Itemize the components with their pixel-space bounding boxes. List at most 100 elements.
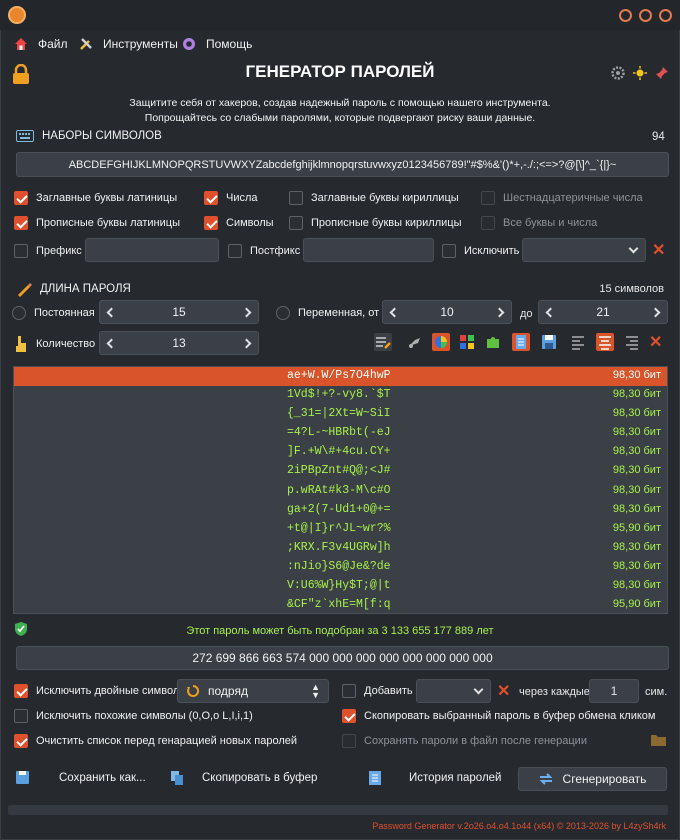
chevron-down-icon: [628, 243, 639, 254]
upper-latin-checkbox[interactable]: Заглавные буквы латиницы: [14, 191, 177, 205]
checkbox-box: [14, 709, 28, 723]
copy-label: Скопировать в буфер: [202, 772, 318, 784]
color-palette-icon[interactable]: [432, 333, 450, 351]
decrement-chevron-icon[interactable]: [106, 338, 117, 348]
history-button[interactable]: История паролей: [369, 771, 501, 785]
save-as-label: Сохранить как...: [59, 771, 146, 784]
exclude-similar-checkbox[interactable]: Исключить похожие символы (0,O,o L,I,i,1…: [14, 709, 253, 723]
copy-button[interactable]: Скопировать в буфер: [171, 771, 317, 785]
digits-checkbox[interactable]: Числа: [204, 191, 258, 205]
every-input[interactable]: 1: [589, 679, 639, 703]
constant-length-radio[interactable]: Постоянная: [12, 306, 95, 320]
symbols-checkbox[interactable]: Символы: [204, 216, 274, 230]
password-row[interactable]: ga+2(7-Ud1+0@+= 98,30 бит: [14, 501, 667, 520]
quantity-spinner[interactable]: 13: [99, 331, 259, 355]
menu-tools[interactable]: Инструменты: [79, 37, 178, 51]
lower-cyrillic-checkbox[interactable]: Прописные буквы кириллицы: [289, 216, 461, 230]
menu-file[interactable]: Файл: [14, 37, 68, 51]
menu-help[interactable]: Помощь: [182, 37, 252, 51]
crack-time-text: Этот пароль может быть подобран за 3 133…: [186, 625, 494, 637]
shuffle-icon[interactable]: [406, 333, 424, 351]
minimize-button[interactable]: [619, 9, 632, 22]
generate-button[interactable]: Сгенерировать: [518, 767, 667, 791]
add-checkbox[interactable]: Добавить: [342, 684, 413, 698]
puzzle-icon[interactable]: [484, 333, 502, 351]
notebook-icon[interactable]: [512, 333, 530, 351]
decrement-chevron-icon[interactable]: [545, 307, 556, 317]
password-text: {_31=|2Xt=W~SiI: [287, 407, 391, 421]
double-mode-dropdown[interactable]: подряд ▲ ▼: [177, 679, 329, 703]
password-row[interactable]: +t@|I}r^JL~wr?% 95,90 бит: [14, 520, 667, 539]
exclude-dropdown[interactable]: [522, 238, 646, 262]
align-left-icon[interactable]: [570, 333, 588, 351]
password-text: =4?L-~HBRbt(-eJ: [287, 426, 391, 440]
subtitle-line-2: Попрощайтесь со слабыми паролями, которы…: [144, 112, 536, 124]
exclude-double-checkbox[interactable]: Исключить двойные символы: [14, 684, 187, 698]
charset-input[interactable]: ABCDEFGHIJKLMNOPQRSTUVWXYZabcdefghijklmn…: [16, 152, 669, 177]
decrement-chevron-icon[interactable]: [106, 307, 117, 317]
exclude-similar-label: Исключить похожие символы (0,O,o L,I,i,1…: [36, 710, 253, 722]
increment-chevron-icon[interactable]: [650, 307, 661, 317]
password-row[interactable]: 1Vd$!+?-vy8.`$T 98,30 бит: [14, 386, 667, 405]
password-row[interactable]: :nJio}S6@Je&?de 98,30 бит: [14, 558, 667, 577]
hex-checkbox[interactable]: Шестнадцатеричные числа: [481, 191, 643, 205]
clear-exclude-x-icon[interactable]: ✕: [652, 240, 665, 260]
upper-cyrillic-checkbox[interactable]: Заглавные буквы кириллицы: [289, 191, 459, 205]
password-row[interactable]: =4?L-~HBRbt(-eJ 98,30 бит: [14, 424, 667, 443]
exclude-checkbox[interactable]: Исключить: [442, 244, 519, 258]
align-right-icon[interactable]: [622, 333, 640, 351]
page-subtitle: Защитите себя от хакеров, создав надежны…: [0, 96, 680, 126]
all-alnum-checkbox[interactable]: Все буквы и числа: [481, 216, 597, 230]
notebook-icon: [369, 771, 381, 785]
increment-chevron-icon[interactable]: [241, 338, 252, 348]
constant-length-spinner[interactable]: 15: [99, 300, 259, 324]
password-row[interactable]: &CF"z`xhE=M[f:q 95,90 бит: [14, 596, 667, 613]
settings-gear-icon[interactable]: [611, 66, 625, 80]
password-row[interactable]: p.wRAt#k3-M\c#O 98,30 бит: [14, 482, 667, 501]
length-from-spinner[interactable]: 10: [382, 300, 512, 324]
password-bits: 98,30 бит: [612, 407, 661, 420]
length-to-spinner[interactable]: 21: [538, 300, 668, 324]
hand-pointer-icon: [16, 336, 26, 352]
lower-cyrillic-label: Прописные буквы кириллицы: [311, 217, 462, 229]
password-row[interactable]: ]F.+W\#+4cu.CY+ 98,30 бит: [14, 443, 667, 462]
lower-latin-checkbox[interactable]: Прописные буквы латиницы: [14, 216, 180, 230]
maximize-button[interactable]: [639, 9, 652, 22]
password-row[interactable]: {_31=|2Xt=W~SiI 98,30 бит: [14, 405, 667, 424]
password-bits: 98,30 бит: [612, 369, 661, 381]
prefix-checkbox[interactable]: Префикс: [14, 244, 82, 258]
password-bits: 98,30 бит: [612, 445, 661, 458]
increment-chevron-icon[interactable]: [494, 307, 505, 317]
decrement-chevron-icon[interactable]: [389, 307, 400, 317]
password-row[interactable]: ae+W.W/Ps7O4hwP 98,30 бит: [14, 367, 667, 387]
save-to-file-checkbox[interactable]: Сохранять пароли в файл после генерации: [342, 734, 587, 748]
close-button[interactable]: [659, 9, 672, 22]
length-label: ДЛИНА ПАРОЛЯ: [40, 283, 131, 295]
app-logo-icon: [8, 6, 26, 24]
list-edit-icon[interactable]: [374, 333, 392, 351]
grid-colors-icon[interactable]: [458, 333, 476, 351]
folder-icon[interactable]: [651, 734, 666, 746]
clear-list-x-icon[interactable]: ✕: [649, 332, 662, 352]
pin-icon[interactable]: [655, 66, 669, 80]
cycle-arrows-icon: [187, 684, 200, 697]
save-as-button[interactable]: Сохранить как...: [16, 771, 146, 784]
password-row[interactable]: ;KRX.F3v4UGRw]h 98,30 бит: [14, 539, 667, 558]
add-char-dropdown[interactable]: [416, 679, 491, 703]
clear-list-checkbox[interactable]: Очистить список перед генарацией новых п…: [14, 734, 297, 748]
postfix-checkbox[interactable]: Постфикс: [228, 244, 300, 258]
menu-tools-label: Инструменты: [103, 37, 178, 51]
increment-chevron-icon[interactable]: [241, 307, 252, 317]
prefix-input[interactable]: [85, 238, 219, 262]
password-row[interactable]: V:U6%W}Hy$T;@|t 98,30 бит: [14, 577, 667, 596]
clear-add-x-icon[interactable]: ✕: [497, 681, 510, 701]
password-list[interactable]: ae+W.W/Ps7O4hwP 98,30 бит 1Vd$!+?-vy8.`$T…: [13, 366, 668, 614]
theme-sun-icon[interactable]: [633, 66, 647, 80]
quantity-label-group: Количество: [14, 335, 95, 353]
align-center-icon[interactable]: [596, 333, 614, 351]
copy-on-click-checkbox[interactable]: Скопировать выбранный пароль в буфер обм…: [342, 709, 655, 723]
save-disk-icon[interactable]: [540, 333, 558, 351]
postfix-input[interactable]: [303, 238, 434, 262]
variable-length-radio[interactable]: Переменная, от: [276, 306, 379, 320]
password-row[interactable]: 2iPBpZnt#Q@;<J# 98,30 бит: [14, 462, 667, 481]
